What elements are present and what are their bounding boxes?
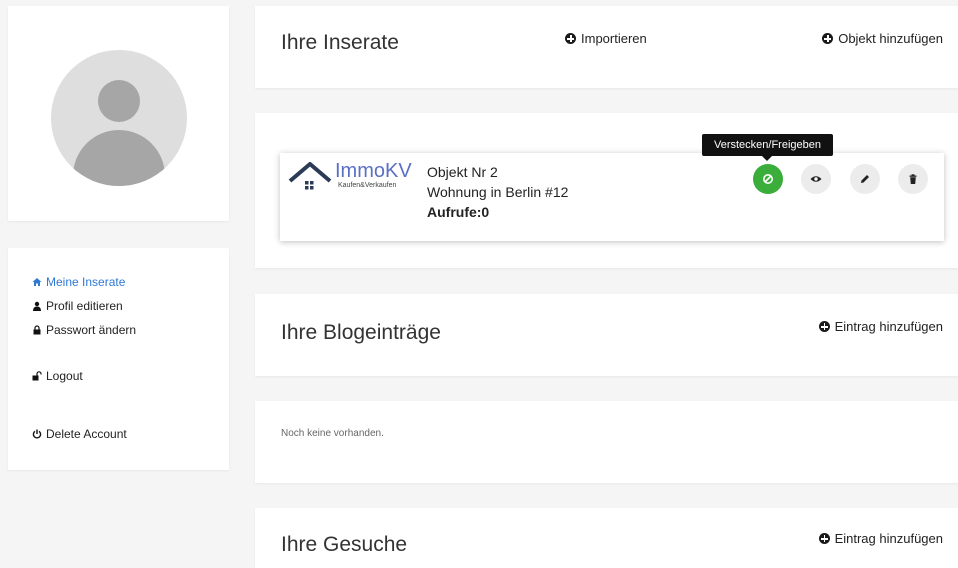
edit-button[interactable]: [850, 164, 880, 194]
blog-title: Ihre Blogeinträge: [281, 321, 441, 344]
add-object-button[interactable]: Objekt hinzufügen: [822, 31, 943, 46]
trash-icon: [909, 174, 917, 184]
sidebar-item-meine-inserate[interactable]: Meine Inserate: [32, 275, 125, 289]
blog-header-card: Ihre Blogeinträge Eintrag hinzufügen: [255, 294, 958, 376]
empty-state-text: Noch keine vorhanden.: [281, 428, 384, 439]
tooltip: Verstecken/Freigeben: [702, 134, 833, 161]
add-gesuch-label: Eintrag hinzufügen: [834, 531, 943, 546]
sidebar-nav: Meine Inserate Profil editieren Passwort…: [8, 248, 229, 470]
plus-circle-icon: [565, 33, 576, 44]
logo-subtitle: Kaufen&Verkaufen: [338, 182, 397, 189]
plus-circle-icon: [818, 533, 830, 544]
unlock-icon: [32, 371, 42, 381]
import-label: Importieren: [581, 31, 647, 46]
logo-text: ImmoKV: [335, 160, 412, 182]
listing-name: Objekt Nr 2: [427, 164, 498, 180]
view-button[interactable]: [801, 164, 831, 194]
sidebar-item-label: Meine Inserate: [46, 275, 126, 289]
plus-circle-icon: [818, 321, 830, 332]
avatar: [51, 50, 187, 186]
add-gesuch-button[interactable]: Eintrag hinzufügen: [818, 531, 943, 546]
import-button[interactable]: Importieren: [565, 31, 647, 46]
sidebar-item-label: Delete Account: [46, 427, 127, 441]
blog-list-card: Noch keine vorhanden.: [255, 401, 958, 483]
hide-release-button[interactable]: [753, 164, 783, 194]
home-icon: [32, 278, 42, 286]
page-title: Ihre Inserate: [281, 31, 399, 54]
add-object-label: Objekt hinzufügen: [838, 31, 943, 46]
ban-icon: [763, 174, 773, 184]
sidebar-item-label: Passwort ändern: [46, 323, 137, 337]
sidebar-item-profil-editieren[interactable]: Profil editieren: [32, 299, 123, 313]
add-blog-entry-button[interactable]: Eintrag hinzufügen: [818, 319, 943, 334]
lock-icon: [33, 325, 41, 335]
sidebar-item-label: Logout: [46, 369, 83, 383]
gesuche-title: Ihre Gesuche: [281, 533, 408, 556]
add-blog-entry-label: Eintrag hinzufügen: [834, 319, 943, 334]
sidebar-item-delete-account[interactable]: Delete Account: [32, 427, 127, 441]
plus-circle-icon: [822, 33, 834, 44]
listing-row: ImmoKV Kaufen&Verkaufen Objekt Nr 2 Wohn…: [280, 153, 944, 241]
sidebar-item-passwort-aendern[interactable]: Passwort ändern: [32, 323, 136, 337]
pencil-icon: [861, 175, 869, 183]
listing-views: Aufrufe:0: [427, 204, 490, 220]
house-logo-icon: [288, 162, 332, 190]
sidebar-item-logout[interactable]: Logout: [32, 369, 83, 383]
gesuche-header-card: Ihre Gesuche Eintrag hinzufügen: [255, 508, 958, 568]
eye-icon: [810, 176, 822, 182]
inserate-header-card: Ihre Inserate Importieren Objekt hinzufü…: [255, 6, 958, 88]
power-icon: [32, 429, 42, 439]
avatar-card: [8, 6, 229, 221]
sidebar-item-label: Profil editieren: [46, 299, 123, 313]
listing-description: Wohnung in Berlin #12: [427, 184, 569, 200]
user-icon: [33, 301, 41, 311]
delete-button[interactable]: [898, 164, 928, 194]
